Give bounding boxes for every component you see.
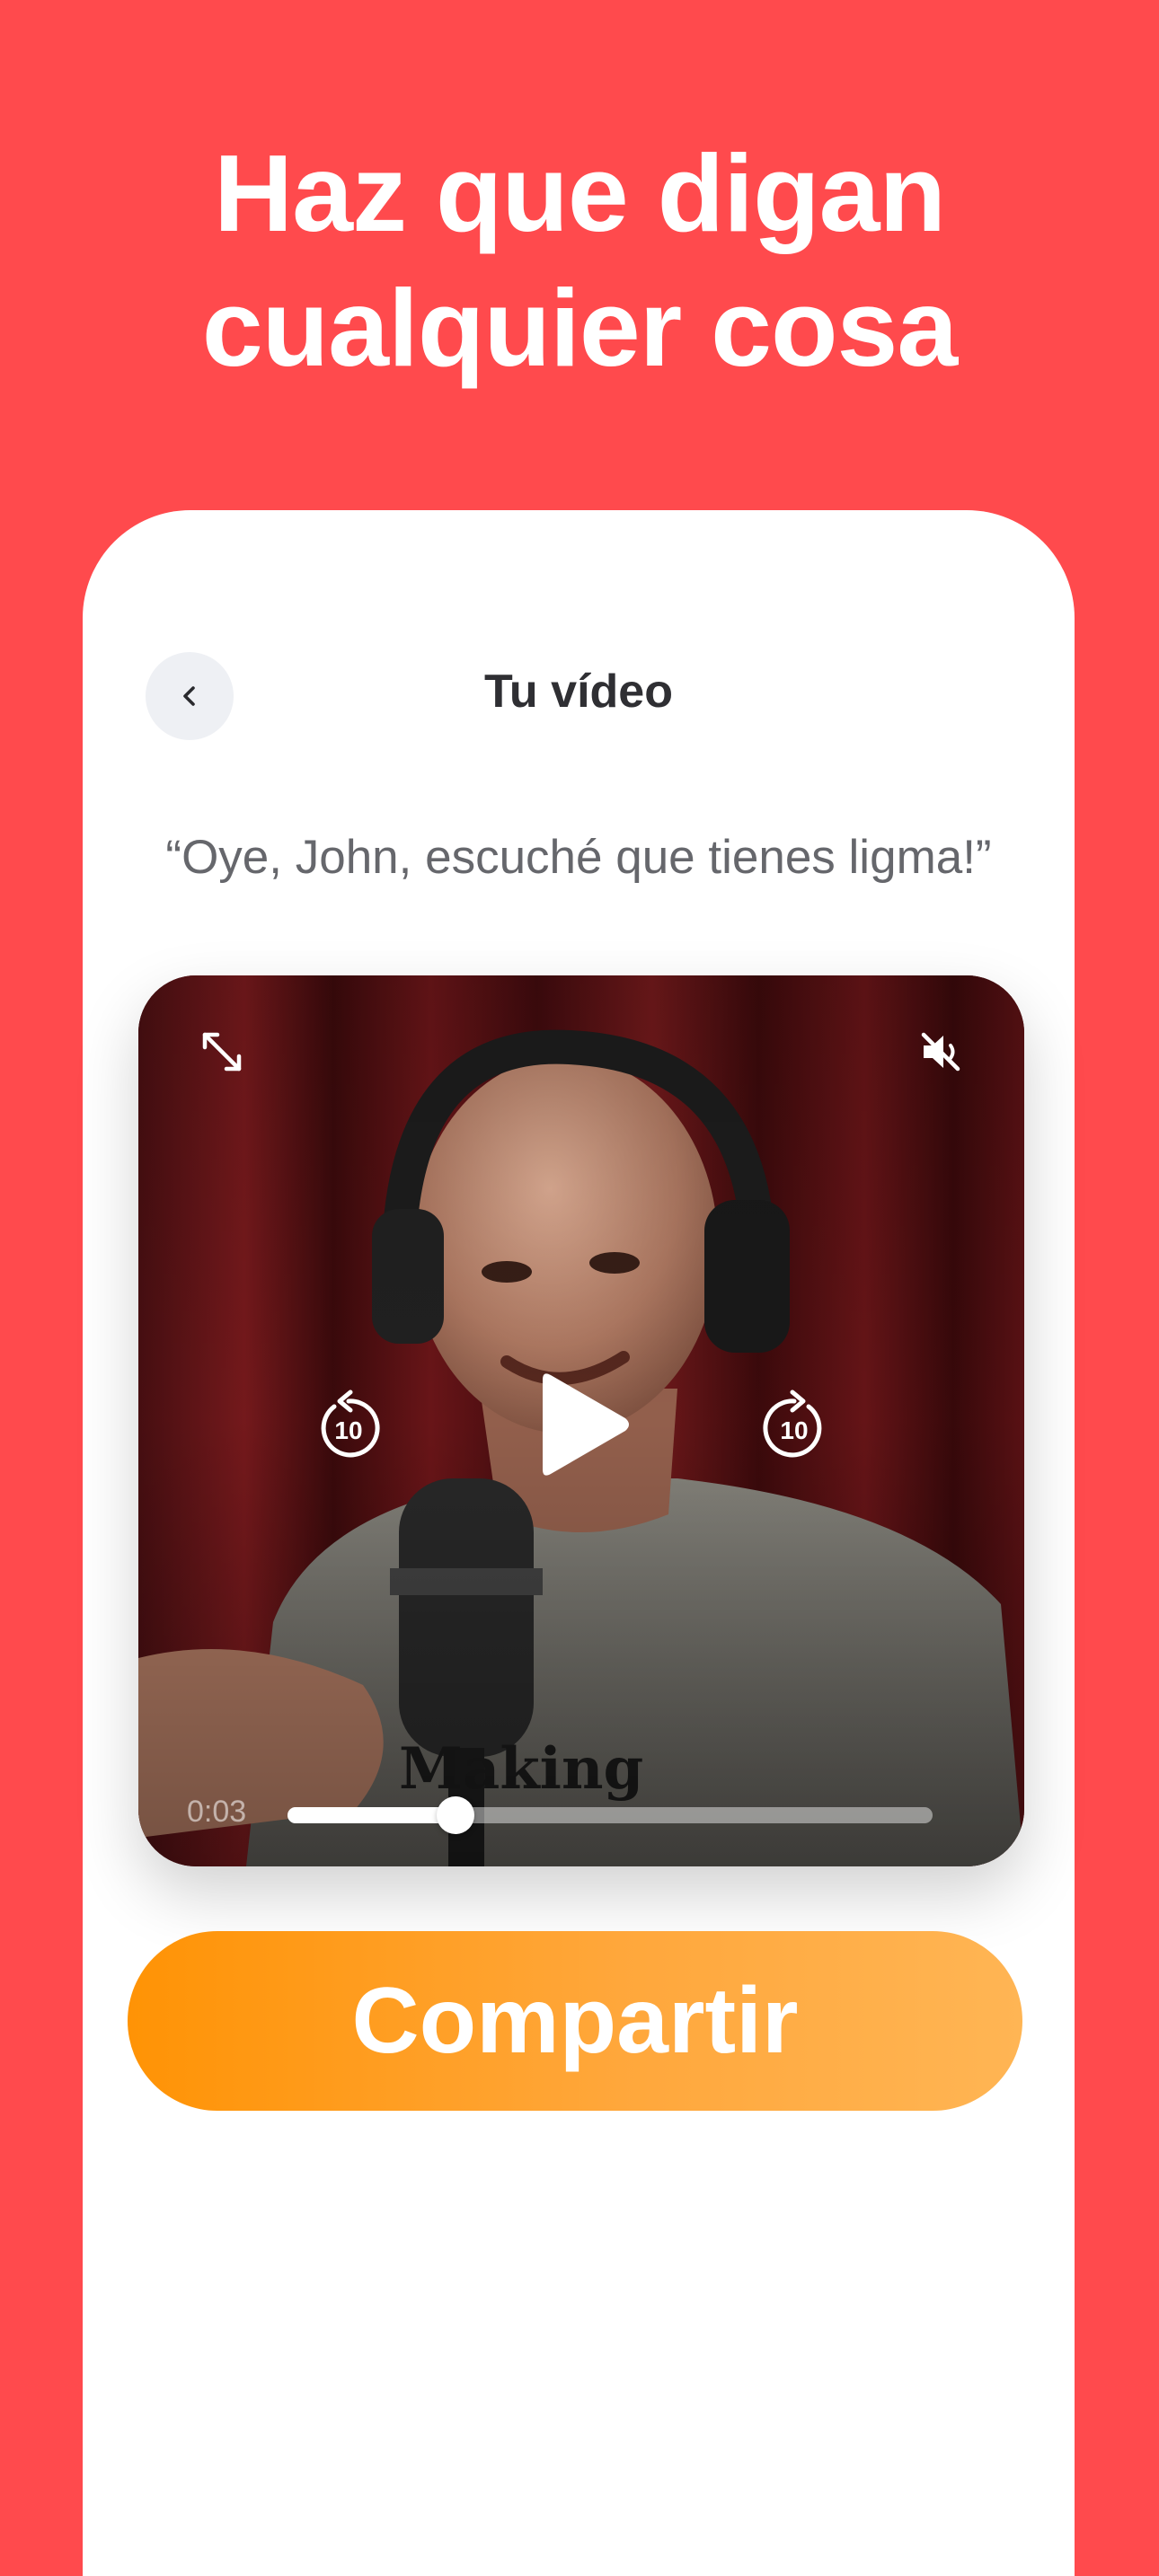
phone-screen: Tu vídeo “Oye, John, escuché que tienes … bbox=[83, 510, 1075, 2576]
rewind-10-icon: 10 bbox=[321, 1389, 380, 1458]
forward-10-icon: 10 bbox=[763, 1389, 822, 1458]
page-title: Tu vídeo bbox=[484, 666, 673, 718]
rewind-10-button[interactable]: 10 bbox=[314, 1389, 383, 1462]
progress-fill bbox=[288, 1807, 456, 1823]
headline: Haz que digan cualquier cosa bbox=[0, 126, 1159, 395]
progress-bar[interactable] bbox=[288, 1796, 933, 1834]
progress-scrubber-handle[interactable] bbox=[436, 1796, 474, 1834]
mute-button[interactable] bbox=[916, 1028, 965, 1076]
video-player[interactable]: Making 10 bbox=[138, 975, 1024, 1866]
share-button[interactable]: Compartir bbox=[128, 1931, 1022, 2111]
expand-arrows-icon bbox=[202, 1032, 242, 1072]
expand-button[interactable] bbox=[198, 1028, 246, 1076]
quote-text: “Oye, John, escuché que tienes ligma!” bbox=[165, 831, 992, 884]
forward-10-button[interactable]: 10 bbox=[760, 1389, 828, 1462]
headline-line-1: Haz que digan bbox=[214, 132, 946, 254]
rewind-10-label: 10 bbox=[334, 1416, 362, 1444]
headline-line-2: cualquier cosa bbox=[201, 267, 958, 389]
current-time: 0:03 bbox=[187, 1795, 247, 1829]
play-icon bbox=[543, 1373, 629, 1476]
play-button[interactable] bbox=[534, 1371, 633, 1478]
forward-10-label: 10 bbox=[780, 1416, 808, 1444]
speaker-muted-icon bbox=[921, 1032, 960, 1072]
